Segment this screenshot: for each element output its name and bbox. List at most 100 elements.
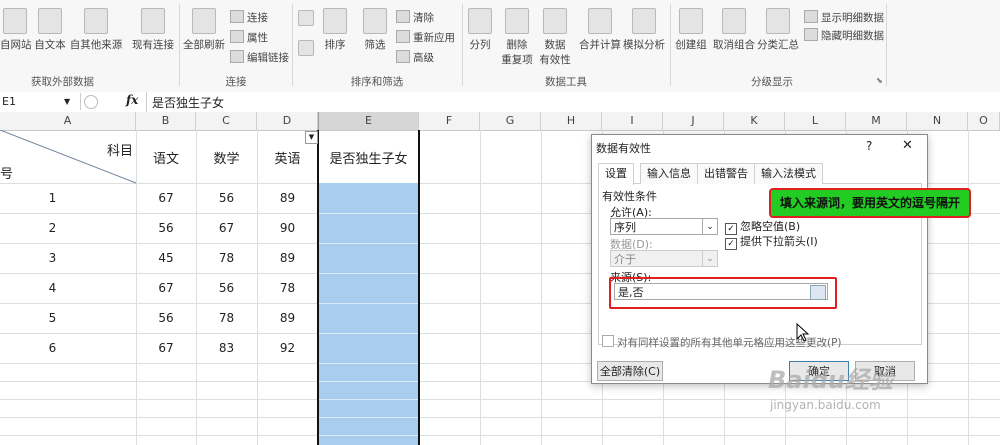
column-header-b[interactable]: B bbox=[136, 112, 196, 130]
fx-icon[interactable]: fx bbox=[126, 93, 138, 107]
watermark-url: jingyan.baidu.com bbox=[770, 398, 881, 412]
help-button[interactable]: ? bbox=[866, 139, 872, 153]
tab-ime-mode[interactable]: 输入法模式 bbox=[754, 163, 823, 184]
group-divider bbox=[462, 4, 463, 86]
remove-duplicates-button[interactable]: 删除 重复项 bbox=[500, 8, 534, 67]
group-button[interactable]: 创建组 bbox=[674, 8, 708, 52]
group-divider bbox=[292, 4, 293, 86]
connections-button[interactable]: 连接 bbox=[230, 10, 268, 25]
cell-chinese[interactable]: 67 bbox=[136, 281, 196, 295]
cell-english[interactable]: 89 bbox=[257, 311, 318, 325]
chevron-down-icon[interactable]: ⌄ bbox=[702, 219, 717, 234]
validation-icon bbox=[543, 8, 567, 34]
group-label-connections: 连接 bbox=[225, 76, 247, 88]
selection-border-right bbox=[418, 130, 420, 445]
chevron-down-icon[interactable]: ▼ bbox=[64, 93, 70, 110]
cell-english[interactable]: 89 bbox=[257, 191, 318, 205]
hide-detail-button[interactable]: 隐藏明细数据 bbox=[804, 28, 884, 43]
close-icon[interactable]: ✕ bbox=[902, 138, 913, 153]
dropdown-checkbox[interactable]: ✓ 提供下拉箭头(I) bbox=[725, 233, 818, 250]
column-header-f[interactable]: F bbox=[419, 112, 480, 130]
group-label-sort-filter: 排序和筛选 bbox=[350, 76, 404, 88]
web-icon bbox=[3, 8, 27, 34]
cell-math[interactable]: 78 bbox=[196, 311, 257, 325]
consolidate-button[interactable]: 合并计算 bbox=[578, 8, 622, 52]
column-header-a[interactable]: A bbox=[0, 112, 136, 130]
cell-english[interactable]: 90 bbox=[257, 221, 318, 235]
cell-math[interactable]: 67 bbox=[196, 221, 257, 235]
subtotal-button[interactable]: 分类汇总 bbox=[756, 8, 800, 52]
text-to-columns-button[interactable]: 分列 bbox=[466, 8, 494, 52]
sort-asc-button[interactable] bbox=[296, 10, 316, 29]
existing-connections-button[interactable]: 现有连接 bbox=[129, 8, 177, 52]
refresh-all-button[interactable]: 全部刷新 bbox=[182, 8, 226, 52]
column-header-o[interactable]: O bbox=[968, 112, 1000, 130]
sort-asc-icon bbox=[298, 10, 314, 26]
ungroup-button[interactable]: 取消组合 bbox=[712, 8, 756, 52]
cell-chinese[interactable]: 67 bbox=[136, 341, 196, 355]
refresh-icon bbox=[192, 8, 216, 34]
data-validation-button[interactable]: 数据 有效性 bbox=[538, 8, 572, 67]
column-header-m[interactable]: M bbox=[846, 112, 907, 130]
what-if-analysis-button[interactable]: 模拟分析 bbox=[622, 8, 666, 52]
tab-input-message[interactable]: 输入信息 bbox=[640, 163, 698, 184]
cell-english[interactable]: 92 bbox=[257, 341, 318, 355]
column-header-d[interactable]: D bbox=[257, 112, 318, 130]
column-header-c[interactable]: C bbox=[196, 112, 257, 130]
cell-chinese[interactable]: 56 bbox=[136, 221, 196, 235]
cell-chinese[interactable]: 56 bbox=[136, 311, 196, 325]
mouse-cursor-icon bbox=[796, 323, 810, 342]
edit-links-button[interactable]: 编辑链接 bbox=[230, 50, 289, 65]
cell-math[interactable]: 56 bbox=[196, 191, 257, 205]
what-if-icon bbox=[632, 8, 656, 34]
header-math: 数学 bbox=[213, 152, 240, 167]
sort-desc-button[interactable] bbox=[296, 40, 316, 59]
advanced-filter-button[interactable]: 高级 bbox=[396, 50, 434, 65]
column-header-h[interactable]: H bbox=[541, 112, 602, 130]
dropdown-arrow-icon[interactable]: ▼ bbox=[305, 131, 318, 144]
cell-english[interactable]: 78 bbox=[257, 281, 318, 295]
formula-input[interactable]: 是否独生子女 bbox=[152, 94, 224, 111]
filter-button[interactable]: 筛选 bbox=[360, 8, 390, 52]
ungroup-icon bbox=[722, 8, 746, 34]
group-divider bbox=[179, 4, 180, 86]
dialog-title: 数据有效性 bbox=[596, 142, 651, 155]
cell-english[interactable]: 89 bbox=[257, 251, 318, 265]
selected-range-lines bbox=[318, 213, 419, 436]
show-detail-button[interactable]: 显示明细数据 bbox=[804, 10, 884, 25]
clear-all-button[interactable]: 全部清除(C) bbox=[597, 361, 663, 381]
dialog-launcher-icon[interactable]: ⬊ bbox=[876, 76, 883, 85]
subtotal-icon bbox=[766, 8, 790, 34]
column-header-k[interactable]: K bbox=[724, 112, 785, 130]
database-icon bbox=[84, 8, 108, 34]
name-box[interactable]: E1 ▼ bbox=[0, 93, 81, 110]
cell-chinese[interactable]: 67 bbox=[136, 191, 196, 205]
column-header-j[interactable]: J bbox=[663, 112, 724, 130]
group-label-data-tools: 数据工具 bbox=[545, 76, 587, 88]
from-other-sources-button[interactable]: 自其他来源 bbox=[69, 8, 123, 52]
connection-icon bbox=[141, 8, 165, 34]
cell-math[interactable]: 56 bbox=[196, 281, 257, 295]
header-number-label: 号 bbox=[0, 167, 14, 182]
column-header-e[interactable]: E bbox=[318, 112, 419, 130]
reapply-button[interactable]: 重新应用 bbox=[396, 30, 455, 45]
row-id: 4 bbox=[48, 281, 57, 295]
show-detail-icon bbox=[804, 10, 818, 23]
cell-math[interactable]: 83 bbox=[196, 341, 257, 355]
clear-filter-button[interactable]: 清除 bbox=[396, 10, 434, 25]
tab-settings[interactable]: 设置 bbox=[598, 163, 634, 185]
cell-chinese[interactable]: 45 bbox=[136, 251, 196, 265]
properties-button[interactable]: 属性 bbox=[230, 30, 268, 45]
sort-button[interactable]: 排序 bbox=[320, 8, 350, 52]
from-web-button[interactable]: 自网站 bbox=[0, 8, 32, 52]
column-header-g[interactable]: G bbox=[480, 112, 541, 130]
from-text-button[interactable]: 自文本 bbox=[32, 8, 68, 52]
column-header-i[interactable]: I bbox=[602, 112, 663, 130]
column-header-l[interactable]: L bbox=[785, 112, 846, 130]
header-only-child: 是否独生子女 bbox=[329, 152, 408, 167]
sort-desc-icon bbox=[298, 40, 314, 56]
column-header-n[interactable]: N bbox=[907, 112, 968, 130]
allow-select[interactable]: 序列 ⌄ bbox=[610, 218, 718, 235]
cell-math[interactable]: 78 bbox=[196, 251, 257, 265]
tab-error-alert[interactable]: 出错警告 bbox=[697, 163, 755, 184]
